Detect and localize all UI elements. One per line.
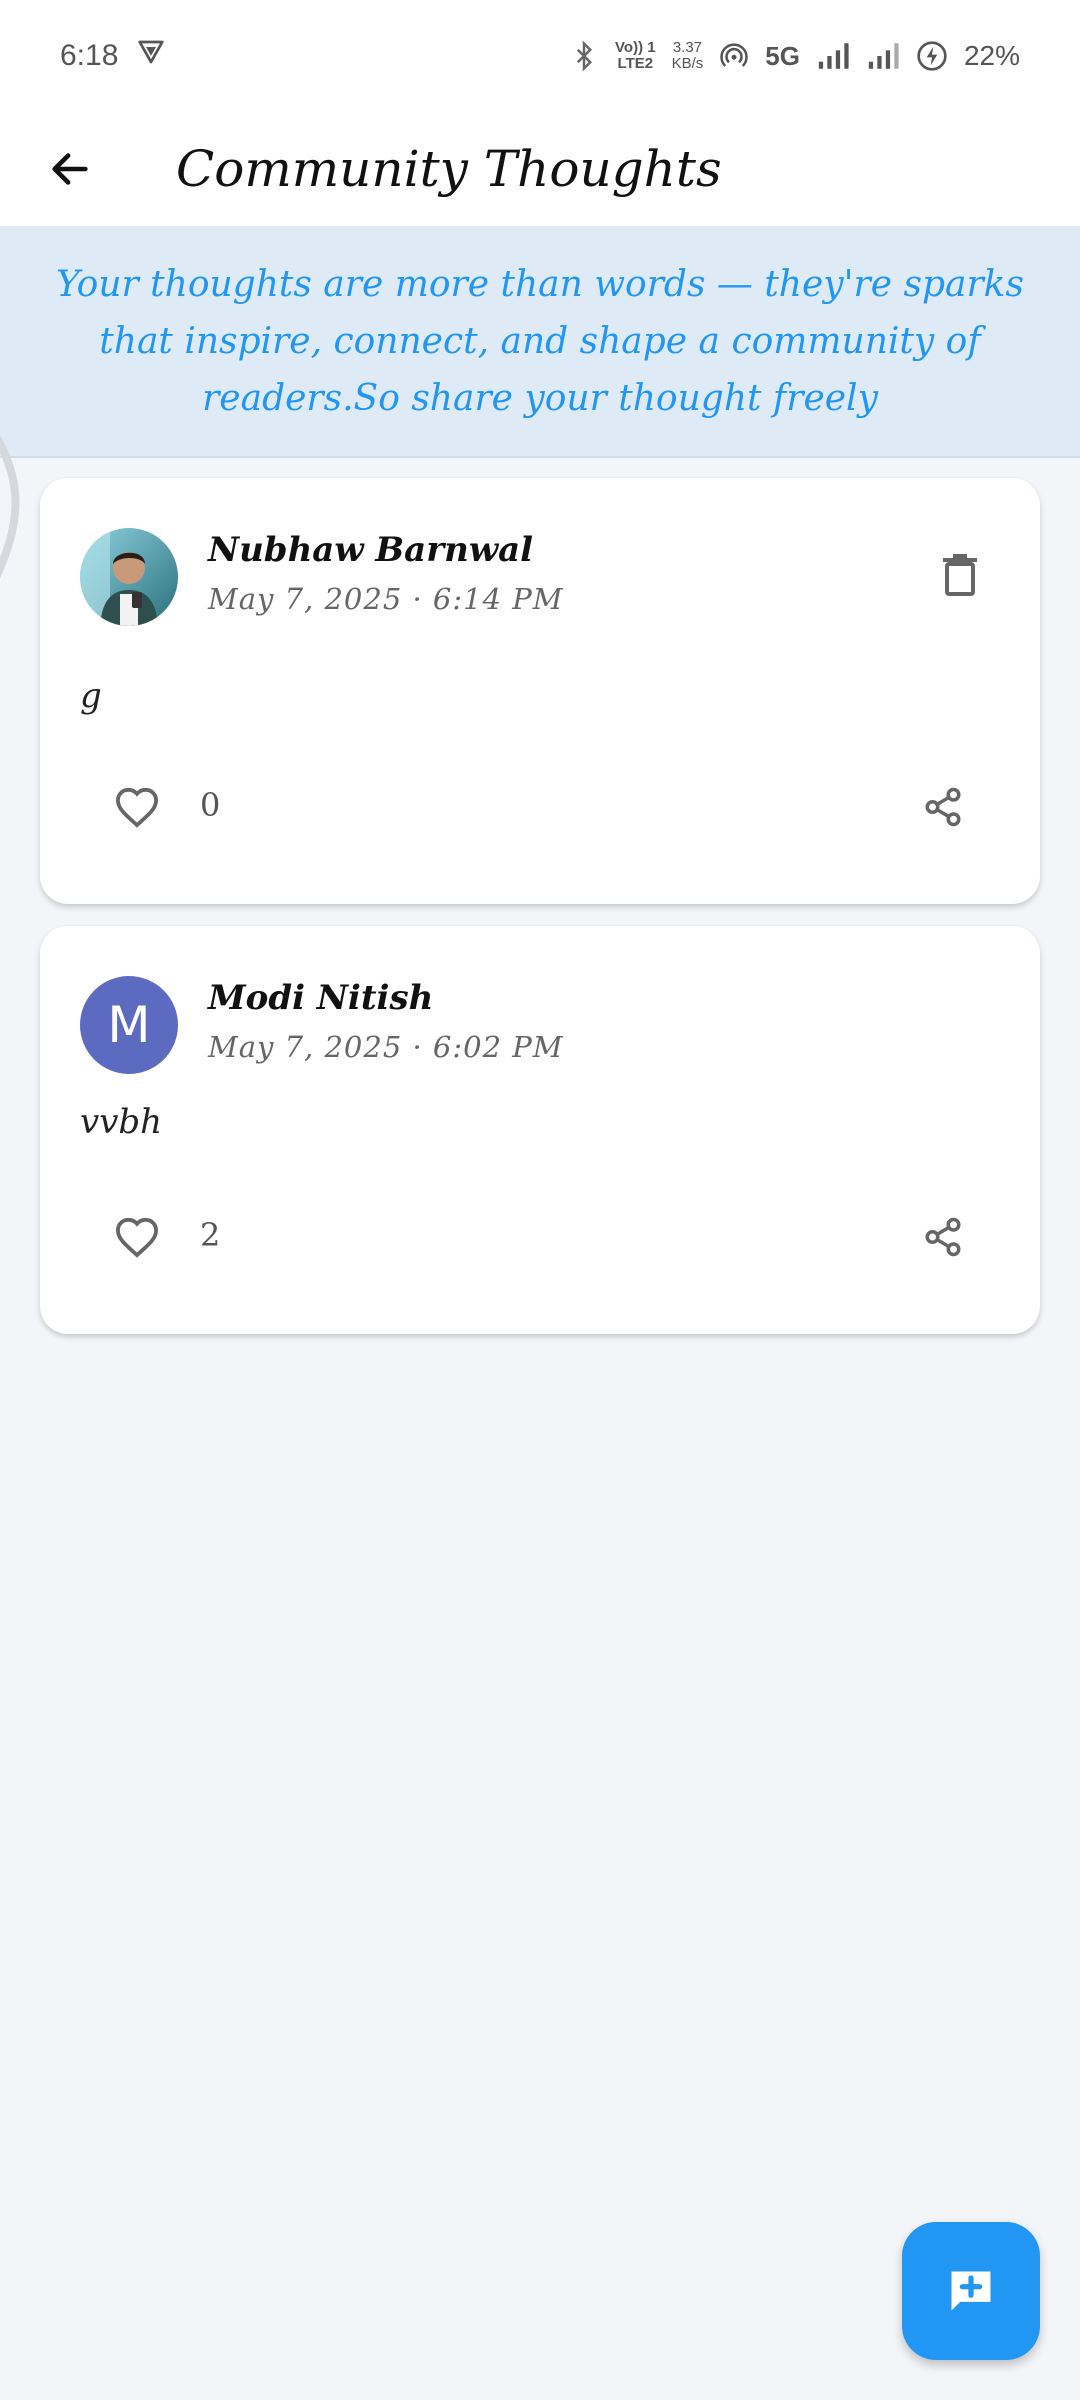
share-button[interactable] bbox=[918, 782, 968, 832]
signal-icon-1 bbox=[816, 41, 850, 71]
quote-banner: Your thoughts are more than words — they… bbox=[0, 226, 1080, 458]
net-speed: 3.37 KB/s bbox=[672, 40, 704, 72]
post-body: g bbox=[80, 676, 102, 716]
post-timestamp: May 7, 2025 · 6:02 PM bbox=[208, 1030, 564, 1064]
post-author: Modi Nitish bbox=[208, 978, 434, 1018]
heart-outline-icon bbox=[115, 1217, 159, 1258]
add-thought-fab[interactable] bbox=[902, 2222, 1040, 2360]
battery-charging-icon bbox=[916, 40, 948, 72]
trash-icon bbox=[943, 554, 977, 596]
status-time: 6:18 bbox=[60, 39, 119, 72]
network-type: 5G bbox=[765, 40, 800, 71]
edge-decoration bbox=[0, 410, 40, 614]
hotspot-icon bbox=[719, 41, 749, 71]
quote-text: Your thoughts are more than words — they… bbox=[56, 263, 1024, 419]
volte-top-text: Vo)) 1 bbox=[615, 39, 656, 56]
status-right: Vo)) 1 LTE2 3.37 KB/s 5G 22% bbox=[569, 39, 1020, 73]
like-count: 0 bbox=[200, 786, 221, 824]
back-button[interactable] bbox=[20, 119, 120, 219]
delete-button[interactable] bbox=[940, 550, 980, 600]
net-speed-value: 3.37 bbox=[672, 39, 703, 56]
heart-outline-icon bbox=[115, 787, 159, 828]
arrow-left-icon bbox=[52, 153, 88, 185]
share-icon bbox=[925, 1217, 961, 1257]
like-count: 2 bbox=[200, 1216, 221, 1254]
post-timestamp: May 7, 2025 · 6:14 PM bbox=[208, 582, 564, 616]
share-button[interactable] bbox=[918, 1212, 968, 1262]
volte-indicator: Vo)) 1 LTE2 bbox=[615, 40, 656, 72]
net-speed-unit: KB/s bbox=[671, 55, 704, 72]
avatar[interactable] bbox=[80, 528, 178, 626]
post-card: Nubhaw Barnwal May 7, 2025 · 6:14 PM g 0 bbox=[40, 478, 1040, 904]
post-author: Nubhaw Barnwal bbox=[208, 530, 534, 570]
status-bar: 6:18 Vo)) 1 LTE2 3.37 KB/s 5G 22% bbox=[0, 0, 1080, 112]
share-icon bbox=[925, 787, 961, 827]
post-body: vvbh bbox=[80, 1102, 163, 1142]
like-button[interactable] bbox=[112, 782, 162, 832]
signal-icon-2 bbox=[866, 41, 900, 71]
status-left: 6:18 bbox=[60, 37, 166, 75]
page-title: Community Thoughts bbox=[176, 140, 722, 198]
post-card: M Modi Nitish May 7, 2025 · 6:02 PM vvbh… bbox=[40, 926, 1040, 1334]
like-button[interactable] bbox=[112, 1212, 162, 1262]
avatar[interactable]: M bbox=[80, 976, 178, 1074]
battery-percent: 22% bbox=[963, 40, 1020, 71]
vpn-icon bbox=[136, 37, 166, 75]
avatar-letter: M bbox=[107, 996, 151, 1054]
add-comment-icon bbox=[951, 2271, 991, 2311]
volte-bottom-text: LTE2 bbox=[617, 55, 654, 72]
bluetooth-icon bbox=[569, 39, 599, 73]
avatar-photo bbox=[80, 528, 178, 626]
app-bar: Community Thoughts bbox=[0, 112, 1080, 226]
